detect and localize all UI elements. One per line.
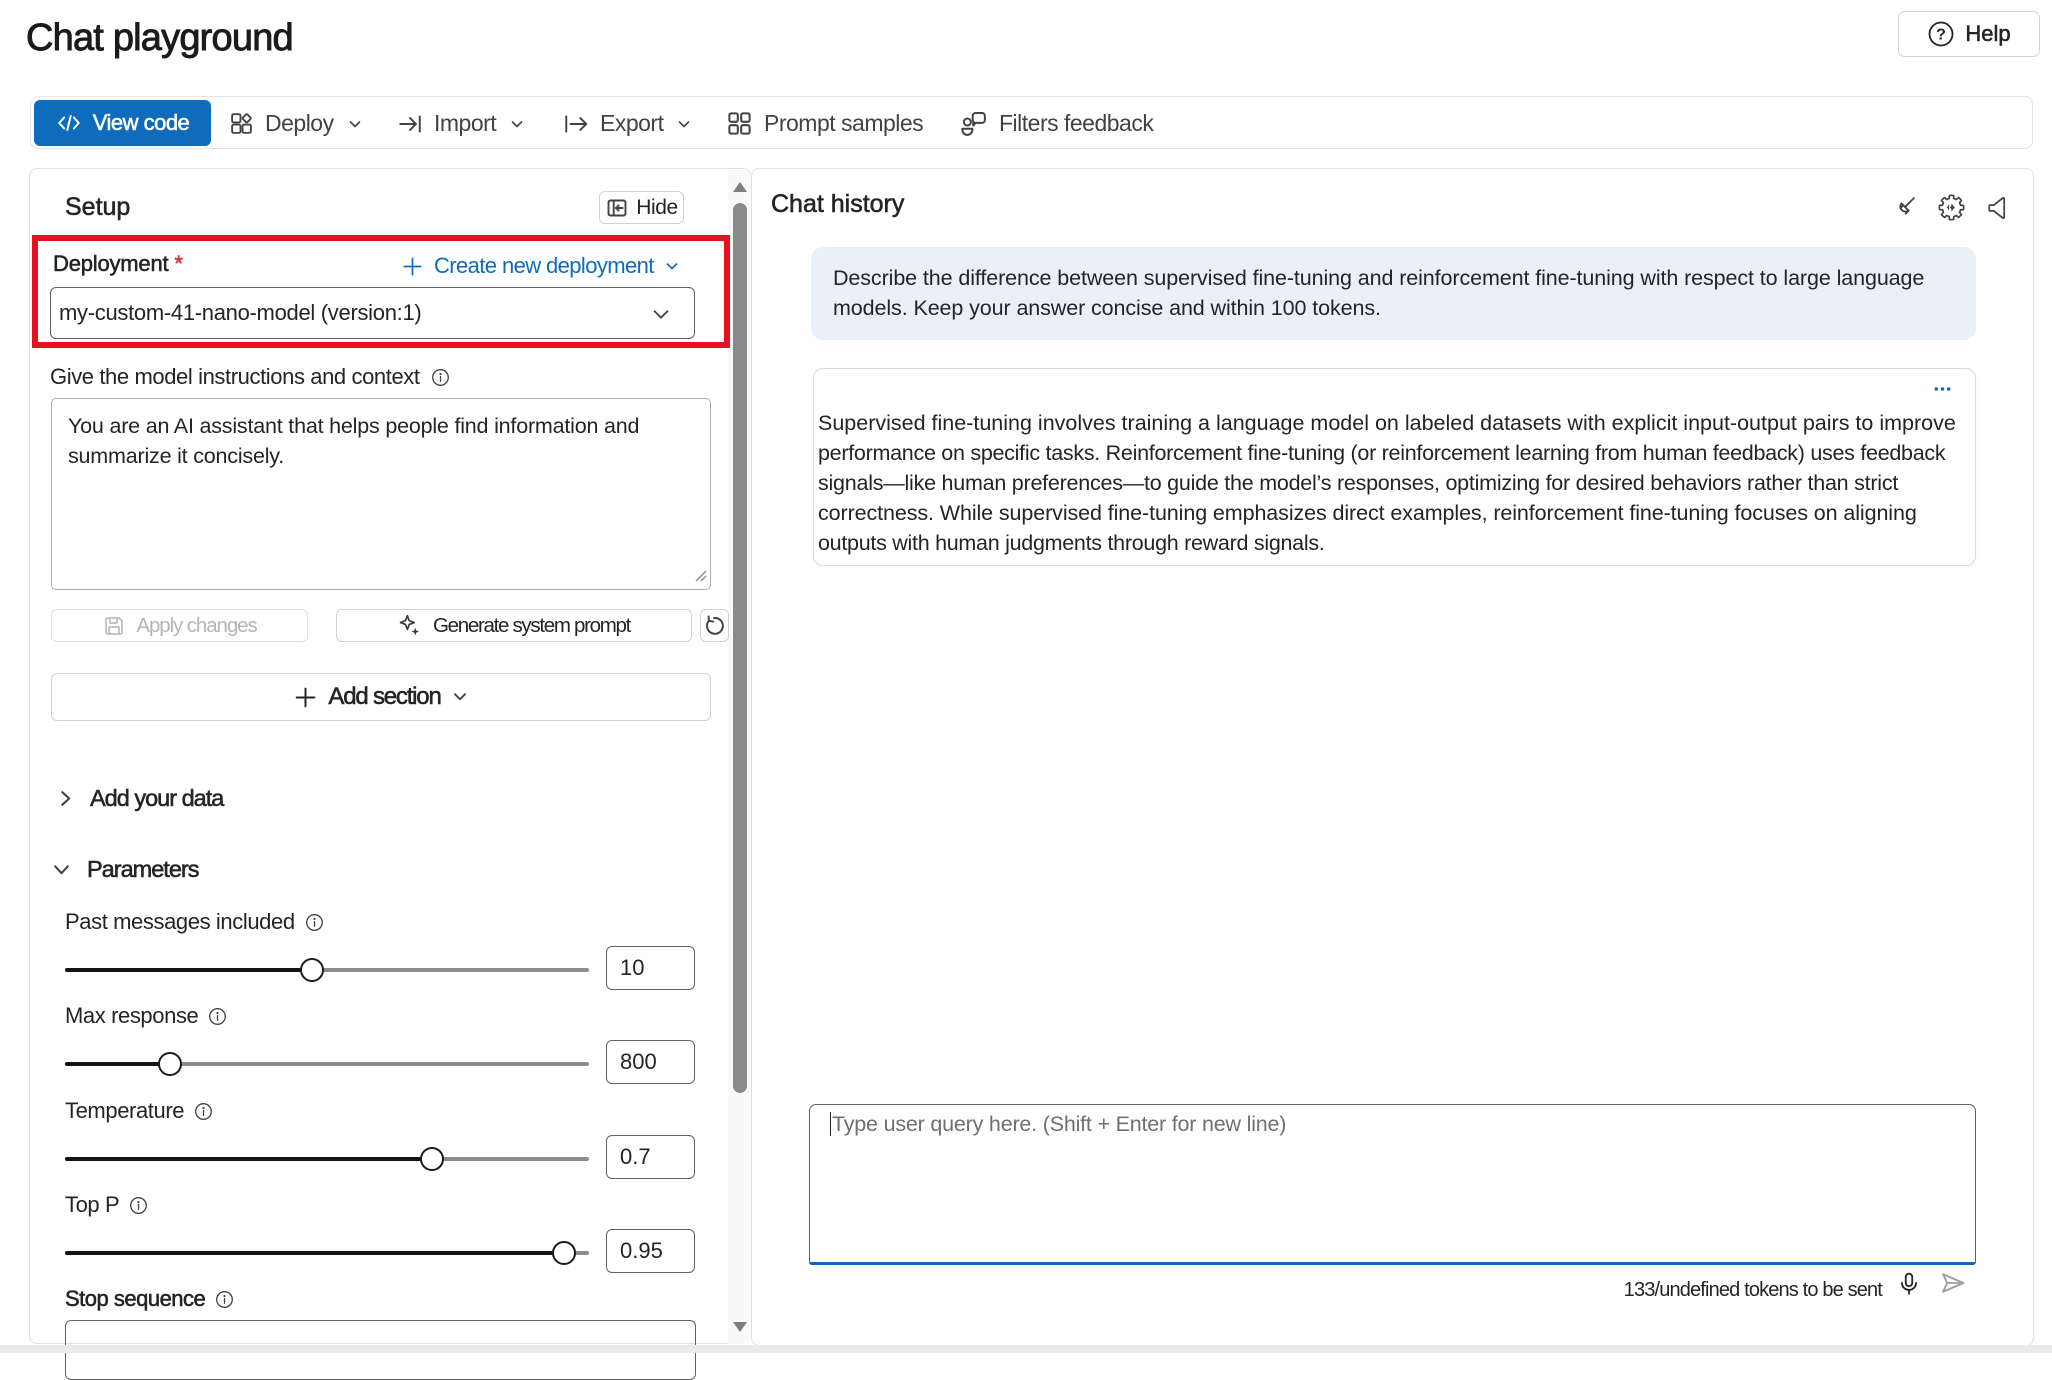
svg-text:?: ?: [1936, 27, 1946, 44]
